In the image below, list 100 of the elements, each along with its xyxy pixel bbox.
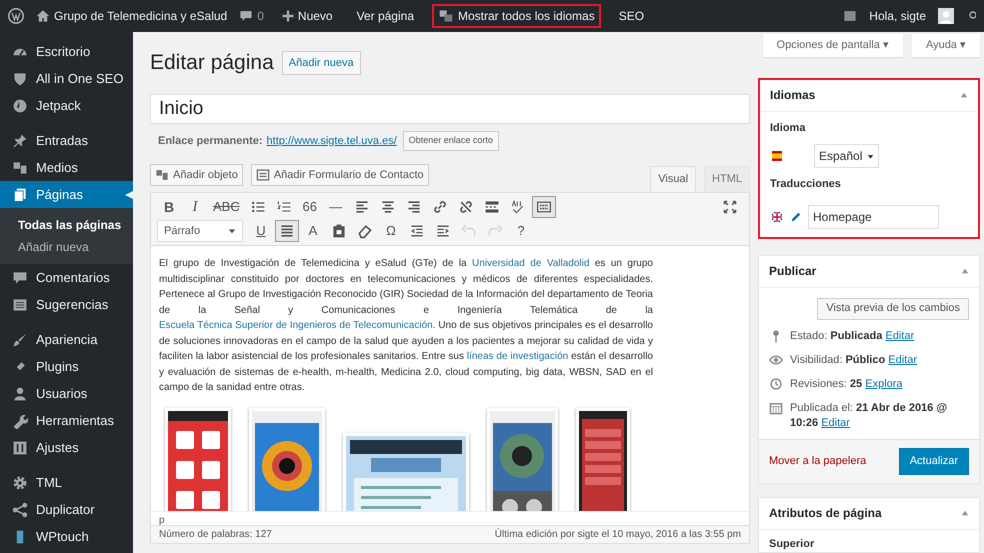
- page-icon: [12, 186, 28, 202]
- unlink-icon: [458, 199, 474, 215]
- outdent-icon: [409, 223, 425, 239]
- clipboard-icon: [331, 223, 347, 239]
- add-new-button[interactable]: Añadir nueva: [282, 50, 361, 76]
- sidebar-item[interactable]: Usuarios: [0, 380, 133, 407]
- bullet-list-icon: [250, 199, 266, 215]
- translate-icon: [438, 9, 454, 23]
- speech-bubble-icon: [12, 270, 28, 286]
- media-icon: [155, 168, 169, 182]
- word-count: Número de palabras: 127: [159, 528, 272, 542]
- flag-icon: [770, 212, 784, 222]
- add-media-button[interactable]: Añadir objeto: [150, 164, 243, 186]
- status-text: Publicada el: 21 Abr de 2016 @ 10:26 Editar: [790, 400, 948, 430]
- align-left-icon: [354, 199, 370, 215]
- comments-link[interactable]: 0: [239, 7, 264, 25]
- sidebar-item[interactable]: Herramientas: [0, 407, 133, 434]
- submenu-item[interactable]: Añadir nueva: [0, 236, 133, 258]
- collapse-icon[interactable]: [961, 509, 969, 517]
- toolbar-link[interactable]: Mostrar todos los idiomas: [432, 4, 601, 28]
- pencil-icon[interactable]: [790, 210, 802, 222]
- panel-title: Idiomas: [770, 87, 816, 104]
- help-button[interactable]: Ayuda ▾: [912, 34, 980, 56]
- greeting-text[interactable]: Hola, sigte: [869, 7, 926, 25]
- sliders-icon: [12, 440, 28, 456]
- submenu-item[interactable]: Todas las páginas: [0, 214, 133, 236]
- toolbar-link[interactable]: Ver página: [350, 4, 420, 28]
- toolbar-button[interactable]: U: [249, 220, 273, 242]
- format-select[interactable]: Párrafo: [157, 220, 243, 242]
- field-label: Idioma: [770, 120, 806, 136]
- sidebar-item[interactable]: Escritorio: [0, 38, 133, 65]
- toolbar-button[interactable]: Ω: [379, 220, 403, 242]
- sidebar-item[interactable]: All in One SEO: [0, 65, 133, 92]
- wordpress-logo[interactable]: [8, 8, 24, 24]
- toolbar-button[interactable]: ABC: [209, 196, 244, 218]
- sidebar-item[interactable]: Plugins: [0, 353, 133, 380]
- permalink-link[interactable]: http://www.sigte.tel.uva.es/: [266, 132, 397, 150]
- edit-link[interactable]: Explora: [865, 378, 903, 390]
- status-text: Revisiones: 25 Explora: [790, 376, 903, 392]
- eraser-icon: [357, 223, 373, 239]
- toolbar-button[interactable]: A: [301, 220, 325, 242]
- caret-icon: [867, 152, 874, 160]
- status-text: Estado: Publicada Editar: [790, 328, 914, 344]
- sidebar-item[interactable]: Entradas: [0, 127, 133, 154]
- sidebar-item[interactable]: Comentarios: [0, 264, 133, 291]
- indent-icon: [435, 223, 451, 239]
- add-form-button[interactable]: Añadir Formulario de Contacto: [250, 164, 429, 186]
- brush-icon: [12, 332, 28, 348]
- toolbar-button[interactable]: ?: [509, 220, 533, 242]
- text-link[interactable]: Escuela Técnica Superior de Ingenieros de Telecomunicación: [159, 320, 433, 331]
- shortlink-button[interactable]: Obtener enlace corto: [402, 131, 499, 151]
- page-heading: Editar página: [150, 50, 274, 76]
- sidebar-item[interactable]: Ajustes: [0, 434, 133, 461]
- sidebar-item[interactable]: Apariencia: [0, 326, 133, 353]
- keyboard-icon: [536, 199, 552, 215]
- fullscreen-icon[interactable]: [723, 200, 737, 214]
- body-paragraph: El grupo de Investigación de Telemedicina y eSalud (GTe) de la Universidad de Valladolid es un grupo multidisciplinar constituido por doctores en telecomunicaciones y médicos de diferentes especialidades. Pertenece al Grupo de Investigación Reconocido (GIR) Sociedad de la Información del departamento de Teoria de la Señal y Comunicaciones e Ingeniería Telemática de la Escuela Técnica Superior de Ingenieros de Telecomunicación. Uno de sus objetivos principales es el desarrollo de soluciones innovadoras en el campo de la salud que ayuden a los pacientes a mejorar su calidad de vida y faciliten la labor asistencial de los profesionales sanitarios. Entre sus líneas de investigación están el desarrollo y evaluación de sistemas de e-health, m-health, Medicina 2.0, cloud computing, big data, WBSN, SAD en el campo de la sanidad entre otras.: [159, 257, 653, 395]
- history-icon: [769, 376, 783, 390]
- toolbar-link[interactable]: SEO: [612, 4, 650, 28]
- toolbar-link[interactable]: Nuevo: [276, 4, 339, 28]
- edit-link[interactable]: Editar: [885, 330, 914, 342]
- sidebar-item[interactable]: Duplicator: [0, 496, 133, 523]
- sidebar-item[interactable]: Páginas: [0, 181, 133, 208]
- spellcheck-icon: [510, 199, 526, 215]
- collapse-icon[interactable]: [960, 91, 968, 99]
- wrench-icon: [12, 412, 28, 428]
- toolbar-button[interactable]: 66: [298, 196, 322, 218]
- editor-tab[interactable]: HTML: [704, 166, 750, 192]
- translation-field[interactable]: Homepage: [808, 204, 939, 228]
- list-icon: [12, 296, 28, 312]
- preview-button[interactable]: Vista previa de los cambios: [817, 298, 969, 320]
- toolbar-button[interactable]: B: [157, 196, 181, 218]
- sidebar-item[interactable]: Medios: [0, 154, 133, 181]
- site-name-link[interactable]: Grupo de Telemedicina y eSalud: [36, 7, 228, 25]
- status-text: Visibilidad: Público Editar: [790, 352, 917, 368]
- text-link[interactable]: Universidad de Valladolid: [472, 258, 590, 269]
- toolbar-button[interactable]: I: [183, 196, 207, 218]
- field-label: Superior: [768, 536, 816, 552]
- trash-link[interactable]: Mover a la papelera: [769, 452, 866, 470]
- screen-options-button[interactable]: Opciones de pantalla ▾: [762, 34, 903, 56]
- justify-icon: [279, 223, 295, 239]
- sidebar-item[interactable]: TML: [0, 469, 133, 496]
- plus-icon: [282, 10, 294, 22]
- collapse-icon[interactable]: [961, 267, 969, 275]
- title-field[interactable]: Inicio: [150, 94, 750, 124]
- person-icon: [12, 386, 28, 402]
- toolbar-button[interactable]: [532, 196, 556, 218]
- pin-icon: [12, 132, 28, 148]
- update-button[interactable]: Actualizar: [898, 448, 969, 474]
- sidebar-item[interactable]: WPtouch: [0, 523, 133, 550]
- shield-icon: [12, 70, 28, 86]
- text-link[interactable]: líneas de investigación: [466, 351, 568, 362]
- editor-tab[interactable]: Visual: [650, 166, 696, 192]
- sidebar-item[interactable]: Jetpack: [0, 92, 133, 119]
- edit-link[interactable]: Editar: [888, 354, 917, 366]
- language-select[interactable]: Español: [814, 144, 880, 168]
- toolbar-button[interactable]: [275, 220, 299, 242]
- edit-link[interactable]: Editar: [821, 416, 850, 428]
- toolbar-button[interactable]: —: [324, 196, 348, 218]
- sidebar-item[interactable]: Sugerencias: [0, 291, 133, 318]
